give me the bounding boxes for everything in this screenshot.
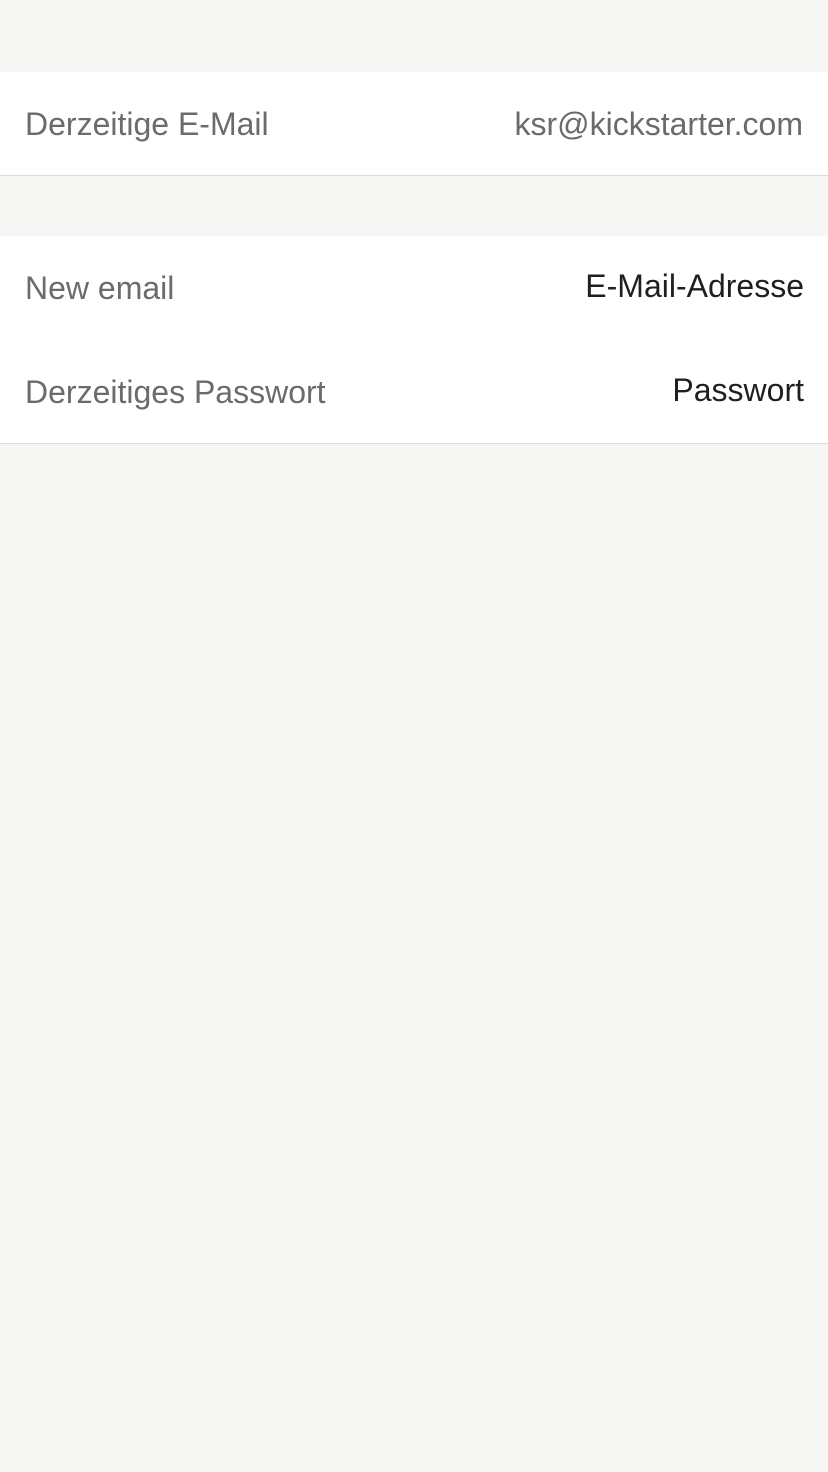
new-email-input[interactable] — [404, 258, 804, 314]
current-email-section: Derzeitige E-Mail ksr@kickstarter.com — [0, 72, 828, 176]
new-email-label: New email — [25, 270, 175, 306]
current-password-row: Derzeitiges Passwort — [0, 340, 828, 444]
change-email-form: New email Derzeitiges Passwort — [0, 236, 828, 444]
current-password-label: Derzeitiges Passwort — [25, 374, 326, 410]
current-password-input[interactable] — [404, 362, 804, 418]
new-email-row: New email — [0, 236, 828, 340]
current-email-value: ksr@kickstarter.com — [514, 106, 803, 142]
current-email-row: Derzeitige E-Mail ksr@kickstarter.com — [0, 72, 828, 176]
current-email-label: Derzeitige E-Mail — [25, 106, 269, 142]
